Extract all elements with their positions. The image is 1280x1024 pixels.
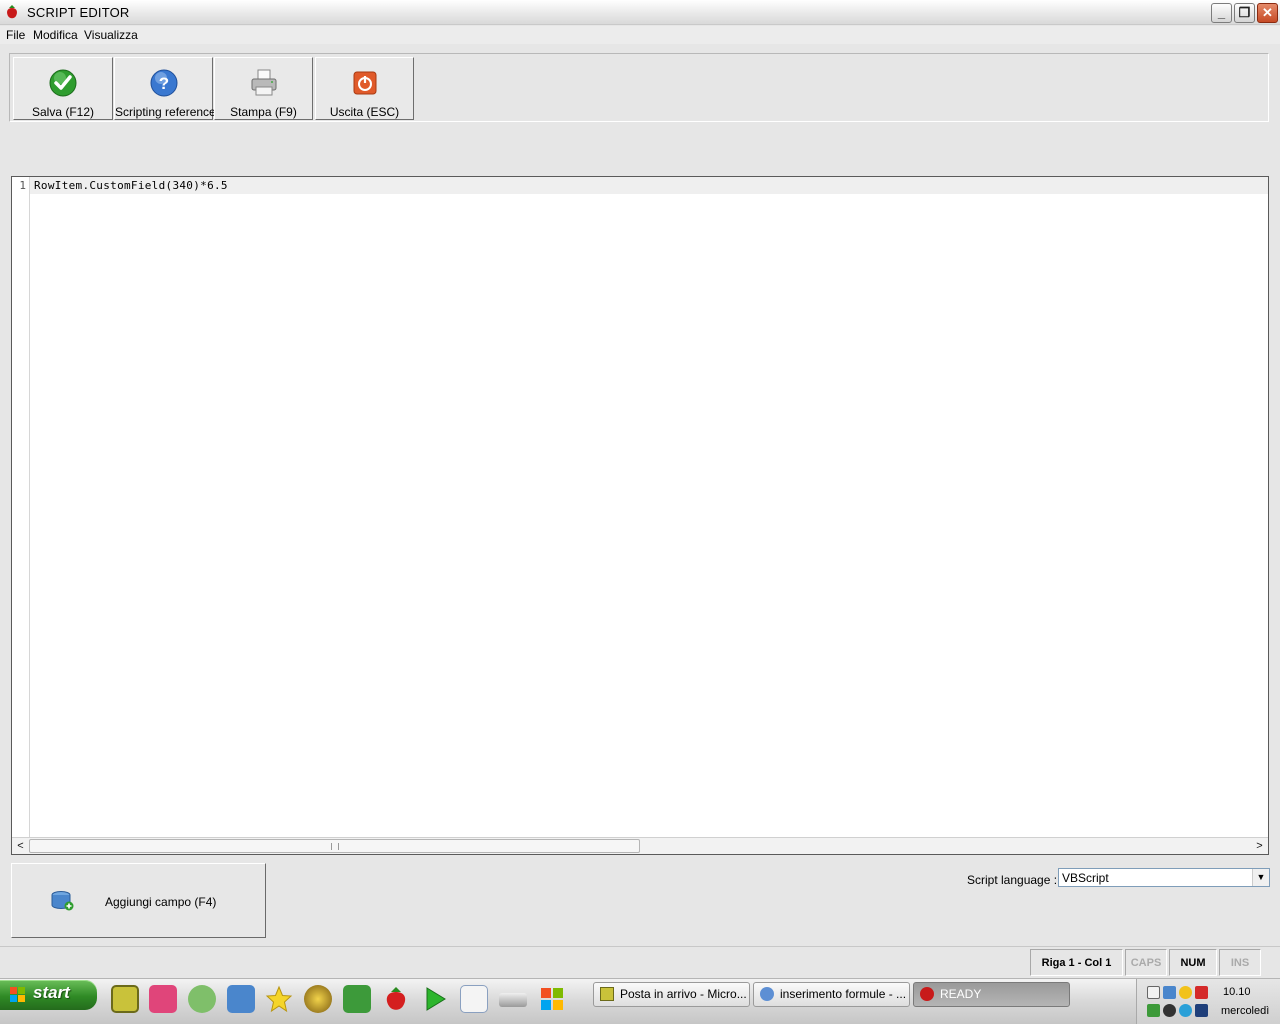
taskbar: start Posta in arrivo - Micro... inserim…	[0, 978, 1280, 1024]
scroll-left-button[interactable]: <	[12, 838, 29, 854]
scripting-reference-label: Scripting reference	[115, 105, 216, 119]
shield-icon[interactable]	[1179, 986, 1192, 999]
chevron-down-icon[interactable]: ▼	[1252, 869, 1269, 886]
save-button[interactable]: Salva (F12)	[13, 57, 113, 120]
script-language-value: VBScript	[1062, 871, 1109, 885]
svg-text:?: ?	[158, 74, 168, 93]
clock-app-icon[interactable]	[1195, 1004, 1208, 1017]
script-language-select[interactable]: VBScript ▼	[1058, 868, 1270, 887]
network-icon[interactable]	[1163, 986, 1176, 999]
database-add-icon	[51, 891, 74, 911]
help-icon: ?	[150, 69, 177, 97]
script-language-label: Script language :	[967, 873, 1058, 887]
task-outlook[interactable]: Posta in arrivo - Micro...	[593, 982, 750, 1007]
current-code-line[interactable]: RowItem.CustomField(340)*6.5	[30, 177, 1268, 194]
mail-icon[interactable]	[1147, 986, 1160, 999]
code-editor[interactable]: 1 RowItem.CustomField(340)*6.5 < >	[11, 176, 1269, 855]
clock-time[interactable]: 10.10	[1223, 986, 1251, 998]
horizontal-scrollbar[interactable]: < >	[12, 837, 1268, 854]
title-bar: SCRIPT EDITOR _ ❐ ✕	[0, 0, 1280, 25]
windows-flag-icon	[10, 987, 25, 1002]
scroll-right-button[interactable]: >	[1251, 838, 1268, 854]
spreadsheet-icon[interactable]	[460, 985, 488, 1013]
acrobat-icon[interactable]	[1195, 986, 1208, 999]
outlook-icon	[600, 987, 614, 1001]
system-tray: 10.10 mercoledì	[1136, 979, 1280, 1024]
wheel-icon[interactable]	[188, 985, 216, 1013]
exit-button[interactable]: Uscita (ESC)	[315, 57, 414, 120]
menu-modifica[interactable]: Modifica	[33, 28, 78, 42]
add-field-label: Aggiungi campo (F4)	[105, 895, 217, 909]
button-icon[interactable]	[304, 985, 332, 1013]
menu-file[interactable]: File	[6, 28, 25, 42]
cursor-position: Riga 1 - Col 1	[1030, 949, 1123, 976]
strawberry-app-icon	[7, 5, 17, 19]
add-field-button[interactable]: Aggiungi campo (F4)	[11, 863, 266, 938]
strawberry-icon	[920, 987, 934, 1001]
save-check-icon	[49, 69, 77, 97]
grid-icon[interactable]	[149, 985, 177, 1013]
code-text[interactable]: RowItem.CustomField(340)*6.5	[34, 179, 228, 192]
status-bar: Riga 1 - Col 1 CAPS NUM INS	[0, 946, 1280, 978]
restore-button[interactable]: ❐	[1234, 3, 1255, 23]
outlook-icon[interactable]	[111, 985, 139, 1013]
app-tray-icon[interactable]	[1147, 1004, 1160, 1017]
play-icon[interactable]	[421, 985, 449, 1013]
start-button[interactable]: start	[0, 980, 97, 1010]
scrollbar-grip	[330, 843, 339, 850]
close-button[interactable]: ✕	[1257, 3, 1278, 23]
star-icon[interactable]	[265, 985, 293, 1013]
menu-visualizza[interactable]: Visualizza	[84, 28, 138, 42]
scrollbar-thumb[interactable]	[29, 839, 640, 853]
minimize-button[interactable]: _	[1211, 3, 1232, 23]
windows-icon[interactable]	[538, 985, 566, 1013]
task-browser[interactable]: inserimento formule - ...	[753, 982, 910, 1007]
caps-indicator: CAPS	[1125, 949, 1167, 976]
strawberry-icon[interactable]	[382, 985, 410, 1013]
toolbar: Salva (F12) ? Scripting reference Stampa…	[9, 53, 1269, 122]
refresh-icon[interactable]	[227, 985, 255, 1013]
line-number: 1	[19, 179, 26, 192]
speaker-icon[interactable]	[1163, 1004, 1176, 1017]
ins-indicator: INS	[1219, 949, 1261, 976]
task-outlook-label: Posta in arrivo - Micro...	[620, 987, 747, 1001]
task-script-editor[interactable]: READY	[913, 982, 1070, 1007]
menu-bar: File Modifica Visualizza	[0, 26, 1280, 44]
window-title: SCRIPT EDITOR	[27, 5, 130, 20]
print-label: Stampa (F9)	[230, 105, 297, 119]
house-icon[interactable]	[343, 985, 371, 1013]
task-browser-label: inserimento formule - ...	[780, 987, 907, 1001]
line-number-gutter: 1	[12, 177, 30, 837]
print-button[interactable]: Stampa (F9)	[214, 57, 313, 120]
scripting-reference-button[interactable]: ? Scripting reference	[114, 57, 216, 120]
printer-icon	[251, 69, 276, 96]
task-script-editor-label: READY	[940, 987, 982, 1001]
drive-icon[interactable]	[499, 993, 527, 1007]
skype-icon[interactable]	[1179, 1004, 1192, 1017]
power-icon	[353, 71, 376, 95]
start-label: start	[33, 983, 70, 1002]
save-label: Salva (F12)	[31, 105, 95, 119]
clock-day: mercoledì	[1221, 1005, 1270, 1017]
browser-icon	[760, 987, 774, 1001]
exit-label: Uscita (ESC)	[329, 105, 400, 119]
num-indicator: NUM	[1169, 949, 1217, 976]
